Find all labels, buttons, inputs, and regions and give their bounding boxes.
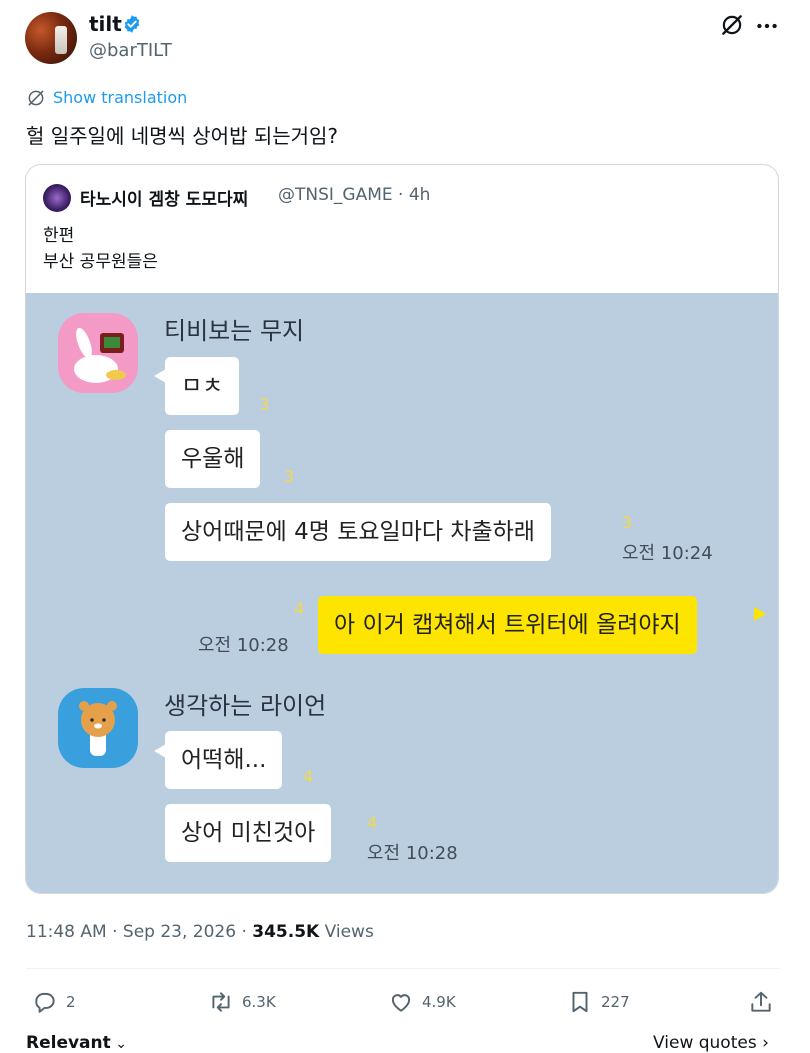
my-chat-bubble: 아 이거 캡쳐해서 트위터에 올려야지	[318, 596, 697, 654]
quoted-text-line: 한편	[43, 226, 75, 246]
views-count: 345.5K	[252, 922, 320, 942]
kakaotalk-screenshot[interactable]: 티비보는 무지 ㅁㅊ 3 우울해 3 상어때문에 4명 토요일마다 차출하래 3…	[26, 293, 778, 893]
view-quotes-label: View quotes	[653, 1033, 757, 1053]
sort-relevant-dropdown[interactable]: Relevant ⌄	[26, 1033, 127, 1053]
show-translation-link[interactable]: Show translation	[53, 88, 187, 107]
author-handle[interactable]: @barTILT	[89, 40, 172, 61]
repost-icon	[212, 992, 230, 1012]
unread-count: 3	[622, 513, 633, 532]
like-count: 4.9K	[422, 993, 456, 1011]
chat-timestamp: 오전 10:24	[622, 543, 713, 564]
reply-count: 2	[66, 993, 76, 1011]
bookmark-icon	[572, 991, 588, 1013]
unread-count: 3	[259, 395, 270, 414]
chat-bubble: 어떡해...	[165, 731, 283, 789]
bookmark-count: 227	[601, 993, 630, 1011]
views-label: Views	[319, 922, 374, 942]
tweet-text: 헐 일주일에 네명씩 상어밥 되는거임?	[26, 124, 339, 148]
share-icon	[751, 991, 771, 1012]
view-quotes-link[interactable]: View quotes ›	[653, 1033, 769, 1053]
grok-icon[interactable]	[719, 12, 745, 38]
quoted-tweet-card[interactable]: 타노시이 겜창 도모다찌 @TNSI_GAME · 4h 한편 부산 공무원들은…	[25, 164, 779, 894]
chat-sender-name: 티비보는 무지	[164, 317, 305, 345]
verified-icon	[124, 15, 140, 33]
like-icon	[391, 994, 411, 1012]
post-time-date[interactable]: 11:48 AM · Sep 23, 2026 ·	[26, 922, 252, 942]
chevron-right-icon: ›	[756, 1033, 769, 1053]
quoted-author-meta: @TNSI_GAME · 4h	[278, 185, 431, 205]
chat-bubble: 우울해	[165, 430, 261, 488]
chat-sender-name: 생각하는 라이언	[164, 692, 327, 720]
bubble-tail	[754, 607, 766, 621]
repost-count: 6.3K	[242, 993, 276, 1011]
chat-bubble: 상어 미친것아	[165, 804, 332, 862]
share-button[interactable]	[748, 988, 782, 1016]
ryan-avatar	[58, 688, 138, 768]
chat-timestamp: 오전 10:28	[367, 843, 458, 864]
bookmark-button[interactable]: 227	[567, 988, 630, 1016]
author-avatar[interactable]	[25, 12, 77, 64]
unread-count: 4	[367, 813, 378, 832]
sort-label: Relevant	[26, 1033, 111, 1053]
divider	[26, 968, 780, 969]
like-button[interactable]: 4.9K	[388, 988, 456, 1016]
translate-icon	[28, 90, 44, 106]
quoted-author-name: 타노시이 겜창 도모다찌	[80, 190, 249, 210]
chat-bubble: 상어때문에 4명 토요일마다 차출하래	[165, 503, 551, 561]
post-metadata: 11:48 AM · Sep 23, 2026 · 345.5K Views	[26, 922, 374, 942]
repost-button[interactable]: 6.3K	[208, 988, 276, 1016]
unread-count: 3	[284, 467, 295, 486]
unread-count: 4	[303, 767, 314, 786]
reply-icon	[35, 992, 55, 1013]
chat-timestamp: 오전 10:28	[198, 635, 289, 656]
more-icon[interactable]	[754, 13, 780, 39]
quoted-author-avatar	[43, 184, 71, 212]
reply-button[interactable]: 2	[32, 988, 76, 1016]
unread-count: 4	[294, 599, 305, 618]
chat-bubble: ㅁㅊ	[165, 357, 240, 415]
muzi-avatar	[58, 313, 138, 393]
author-display-name[interactable]: tilt	[89, 12, 122, 36]
quoted-text-line: 부산 공무원들은	[43, 252, 158, 272]
